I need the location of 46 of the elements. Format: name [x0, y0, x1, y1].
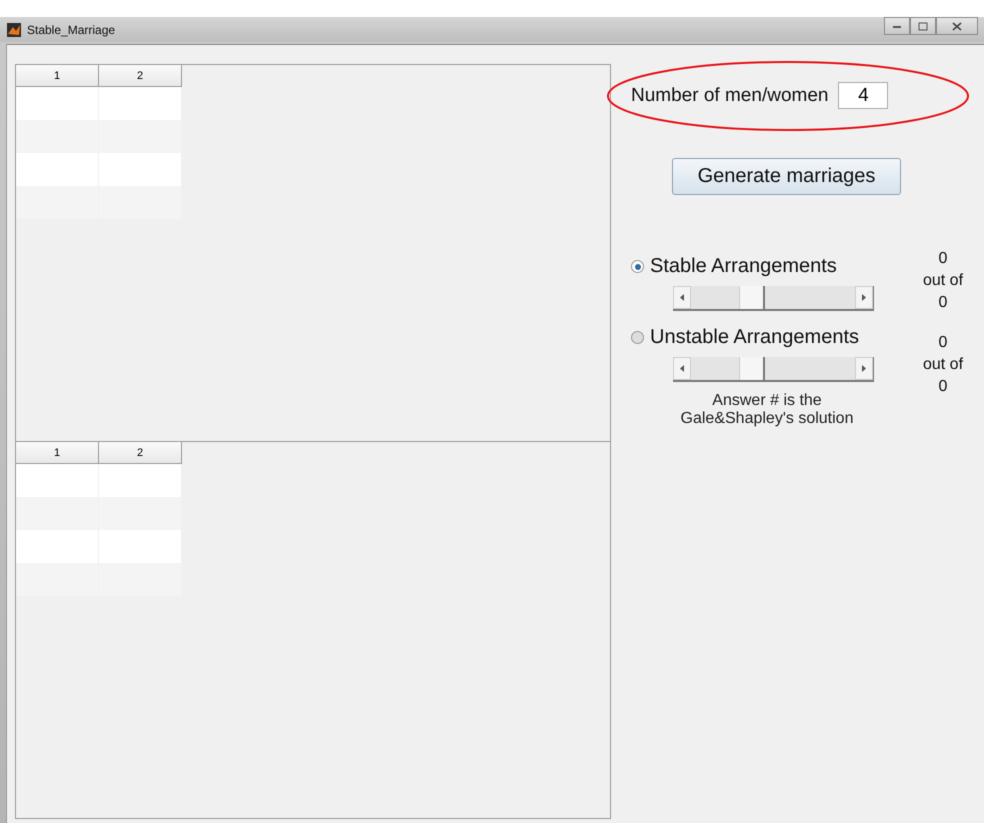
- slider-thumb[interactable]: [738, 357, 765, 380]
- maximize-button[interactable]: [910, 17, 936, 35]
- right-arrow-icon: [862, 294, 866, 301]
- table-cell[interactable]: [16, 120, 99, 153]
- close-button[interactable]: [936, 17, 978, 35]
- count-label: Number of men/women: [631, 84, 828, 106]
- arrangement-radio[interactable]: Stable Arrangements: [631, 255, 907, 278]
- table-cell[interactable]: [99, 464, 182, 497]
- slider-thumb[interactable]: [738, 286, 765, 309]
- slider[interactable]: [673, 286, 874, 311]
- table-cell[interactable]: [16, 497, 99, 530]
- current-number: 0: [938, 334, 948, 352]
- note-text: Answer # is the Gale&Shapley's solution: [680, 392, 854, 428]
- table-cell[interactable]: [16, 530, 99, 563]
- minimize-icon: [892, 23, 902, 29]
- left-arrow-icon: [680, 365, 684, 372]
- out-of-label: out of: [922, 356, 964, 374]
- total-number: 0: [938, 378, 948, 396]
- left-arrow-button[interactable]: [673, 357, 691, 380]
- generate-button[interactable]: Generate marriages: [672, 158, 901, 195]
- minimize-button[interactable]: [884, 17, 910, 35]
- window-title: Stable_Marriage: [27, 22, 116, 36]
- column-header: 2: [99, 442, 182, 464]
- count-field[interactable]: 4: [838, 82, 888, 109]
- right-arrow-icon: [862, 365, 866, 372]
- table-cell[interactable]: [16, 153, 99, 186]
- out-of-label: out of: [922, 272, 964, 290]
- arrangement-radio[interactable]: Unstable Arrangements: [631, 326, 907, 349]
- total-number: 0: [938, 294, 948, 312]
- column-header: 2: [99, 65, 182, 87]
- column-header: 1: [16, 65, 99, 87]
- table-cell[interactable]: [16, 186, 99, 219]
- current-number: 0: [938, 250, 948, 268]
- left-arrow-button[interactable]: [673, 286, 691, 309]
- left-arrow-icon: [680, 294, 684, 301]
- table-cell[interactable]: [16, 87, 99, 120]
- right-arrow-button[interactable]: [855, 286, 873, 309]
- table-cell[interactable]: [16, 464, 99, 497]
- right-arrow-button[interactable]: [855, 357, 873, 380]
- table-cell[interactable]: [99, 87, 182, 120]
- column-header: 1: [16, 442, 99, 464]
- slider[interactable]: [673, 357, 874, 382]
- app-icon: [7, 22, 21, 36]
- maximize-icon: [918, 22, 928, 30]
- close-icon: [952, 22, 962, 30]
- table-cell[interactable]: [16, 563, 99, 596]
